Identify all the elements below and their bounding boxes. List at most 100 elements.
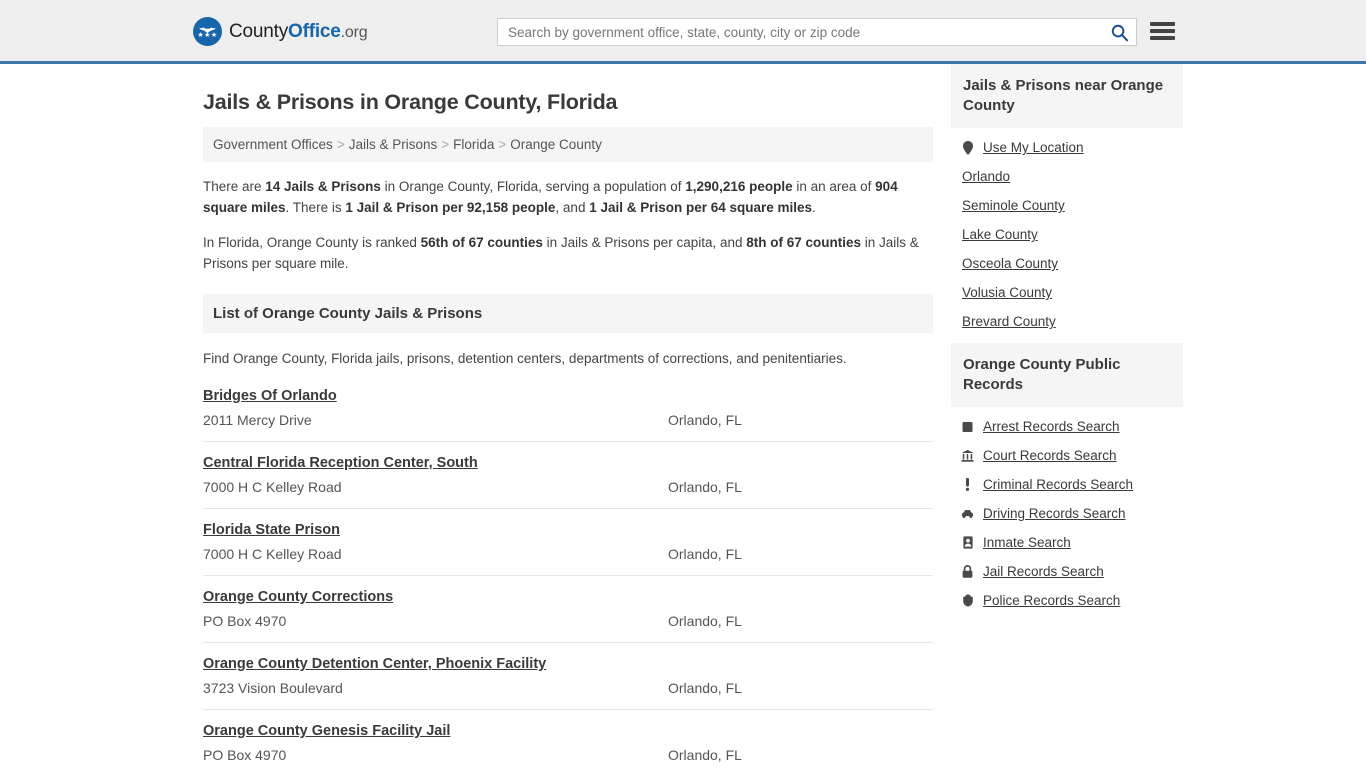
listing-name-link[interactable]: Orange County Corrections: [203, 589, 393, 605]
sidebar-item-volusia-county[interactable]: Volusia County: [961, 285, 1183, 300]
police-badge-icon: [961, 594, 974, 607]
listing-details: 3723 Vision Boulevard Orlando, FL: [203, 680, 933, 696]
breadcrumb-separator-1: >: [336, 137, 345, 152]
page-body: Jails & Prisons in Orange County, Florid…: [0, 64, 1366, 768]
breadcrumb-item-government-offices[interactable]: Government Offices: [213, 137, 333, 152]
summary-paragraph-2: In Florida, Orange County is ranked 56th…: [203, 232, 933, 274]
listing-details: 7000 H C Kelley Road Orlando, FL: [203, 546, 933, 562]
listing-name-link[interactable]: Orange County Detention Center, Phoenix …: [203, 656, 546, 672]
sidebar-item-label[interactable]: Seminole County: [962, 198, 1065, 213]
site-header: ★★★ CountyOffice.org: [0, 0, 1366, 64]
listing-address: 7000 H C Kelley Road: [203, 479, 342, 495]
sidebar-item-court-records-search[interactable]: Court Records Search: [961, 448, 1183, 463]
fingerprint-icon: [961, 421, 974, 433]
summary-p1-t3: in an area of: [792, 179, 876, 194]
sidebar-item-osceola-county[interactable]: Osceola County: [961, 256, 1183, 271]
list-section-heading: List of Orange County Jails & Prisons: [203, 294, 933, 333]
content-container: Jails & Prisons in Orange County, Florid…: [193, 64, 1183, 768]
sidebar-item-label[interactable]: Lake County: [962, 227, 1038, 242]
sidebar-item-label[interactable]: Court Records Search: [983, 448, 1117, 463]
hamburger-menu-icon-line-1: [1150, 22, 1175, 26]
search-icon: [1111, 24, 1128, 41]
hamburger-menu-button[interactable]: [1150, 20, 1175, 42]
id-badge-icon: [961, 536, 974, 549]
exclamation-icon: [961, 478, 974, 491]
sidebar-item-label[interactable]: Arrest Records Search: [983, 419, 1120, 434]
breadcrumb-item-orange-county[interactable]: Orange County: [510, 137, 602, 152]
summary-p2-rank-area: 8th of 67 counties: [746, 235, 862, 250]
summary-p1-count: 14 Jails & Prisons: [265, 179, 381, 194]
listing-city-state: Orlando, FL: [668, 412, 742, 428]
sidebar-item-label[interactable]: Inmate Search: [983, 535, 1071, 550]
listing-address: 7000 H C Kelley Road: [203, 546, 342, 562]
public-records-list: Arrest Records Search Court Records Sear…: [951, 407, 1183, 608]
sidebar-item-label[interactable]: Brevard County: [962, 314, 1056, 329]
listing-address: PO Box 4970: [203, 613, 287, 629]
sidebar-item-seminole-county[interactable]: Seminole County: [961, 198, 1183, 213]
sidebar-item-inmate-search[interactable]: Inmate Search: [961, 535, 1183, 550]
sidebar-item-lake-county[interactable]: Lake County: [961, 227, 1183, 242]
sidebar-item-label[interactable]: Osceola County: [962, 256, 1058, 271]
nearby-list: Use My Location Orlando Seminole County …: [951, 128, 1183, 329]
courthouse-icon: [961, 449, 974, 462]
sidebar-item-label[interactable]: Volusia County: [962, 285, 1052, 300]
sidebar-item-use-my-location[interactable]: Use My Location: [961, 140, 1183, 155]
search-input[interactable]: [498, 19, 1102, 45]
listing-details: PO Box 4970 Orlando, FL: [203, 613, 933, 629]
summary-p1-t4: . There is: [285, 200, 346, 215]
site-logo[interactable]: ★★★ CountyOffice.org: [193, 17, 368, 46]
listing-name-link[interactable]: Orange County Genesis Facility Jail: [203, 723, 450, 739]
list-section-intro: Find Orange County, Florida jails, priso…: [203, 351, 847, 366]
listing-city-state: Orlando, FL: [668, 680, 742, 696]
sidebar-item-label[interactable]: Jail Records Search: [983, 564, 1104, 579]
sidebar-item-driving-records-search[interactable]: Driving Records Search: [961, 506, 1183, 521]
summary-p1-t2: in Orange County, Florida, serving a pop…: [380, 179, 686, 194]
search-bar[interactable]: [497, 18, 1137, 46]
nearby-heading: Jails & Prisons near Orange County: [951, 64, 1183, 128]
listing-address: 3723 Vision Boulevard: [203, 680, 343, 696]
public-records-box: Orange County Public Records Arrest Reco…: [951, 343, 1183, 608]
list-item: Orange County Corrections PO Box 4970 Or…: [203, 588, 933, 643]
logo-text-org: .org: [340, 23, 368, 41]
listing-city-state: Orlando, FL: [668, 546, 742, 562]
car-icon: [961, 509, 974, 519]
listing-details: PO Box 4970 Orlando, FL: [203, 747, 933, 763]
sidebar-item-police-records-search[interactable]: Police Records Search: [961, 593, 1183, 608]
list-item: Orange County Genesis Facility Jail PO B…: [203, 722, 933, 768]
breadcrumb: Government Offices > Jails & Prisons > Flori…: [203, 127, 933, 162]
page-title: Jails & Prisons in Orange County, Florid…: [203, 90, 618, 114]
summary-statistics: There are 14 Jails & Prisons in Orange C…: [203, 176, 933, 274]
summary-paragraph-1: There are 14 Jails & Prisons in Orange C…: [203, 176, 933, 218]
listing-name-link[interactable]: Bridges Of Orlando: [203, 388, 337, 404]
sidebar-item-brevard-county[interactable]: Brevard County: [961, 314, 1183, 329]
sidebar-item-label[interactable]: Driving Records Search: [983, 506, 1126, 521]
logo-text-county: County: [229, 20, 289, 42]
nearby-jails-prisons-box: Jails & Prisons near Orange County Use M…: [951, 64, 1183, 329]
listing-city-state: Orlando, FL: [668, 479, 742, 495]
sidebar-item-orlando[interactable]: Orlando: [961, 169, 1183, 184]
listing-address: PO Box 4970: [203, 747, 287, 763]
hamburger-menu-icon-line-2: [1150, 29, 1175, 33]
listing-address: 2011 Mercy Drive: [203, 412, 312, 428]
sidebar-item-jail-records-search[interactable]: Jail Records Search: [961, 564, 1183, 579]
listing-name-link[interactable]: Florida State Prison: [203, 522, 340, 538]
eagle-shield-logo-icon: ★★★: [193, 17, 222, 46]
sidebar-item-label[interactable]: Criminal Records Search: [983, 477, 1133, 492]
sidebar-item-label[interactable]: Use My Location: [983, 140, 1084, 155]
sidebar-item-arrest-records-search[interactable]: Arrest Records Search: [961, 419, 1183, 434]
stars-icon: ★★★: [197, 31, 218, 39]
logo-text: CountyOffice.org: [229, 20, 368, 43]
list-item: Orange County Detention Center, Phoenix …: [203, 655, 933, 710]
list-item: Florida State Prison 7000 H C Kelley Roa…: [203, 521, 933, 576]
listing-name-link[interactable]: Central Florida Reception Center, South: [203, 455, 478, 471]
listing-details: 7000 H C Kelley Road Orlando, FL: [203, 479, 933, 495]
breadcrumb-item-jails-prisons[interactable]: Jails & Prisons: [349, 137, 438, 152]
sidebar-item-label[interactable]: Orlando: [962, 169, 1010, 184]
public-records-heading: Orange County Public Records: [951, 343, 1183, 407]
sidebar-item-criminal-records-search[interactable]: Criminal Records Search: [961, 477, 1183, 492]
sidebar-item-label[interactable]: Police Records Search: [983, 593, 1120, 608]
listing-details: 2011 Mercy Drive Orlando, FL: [203, 412, 933, 428]
search-button[interactable]: [1102, 19, 1136, 45]
breadcrumb-item-florida[interactable]: Florida: [453, 137, 494, 152]
summary-p1-t1: There are: [203, 179, 266, 194]
